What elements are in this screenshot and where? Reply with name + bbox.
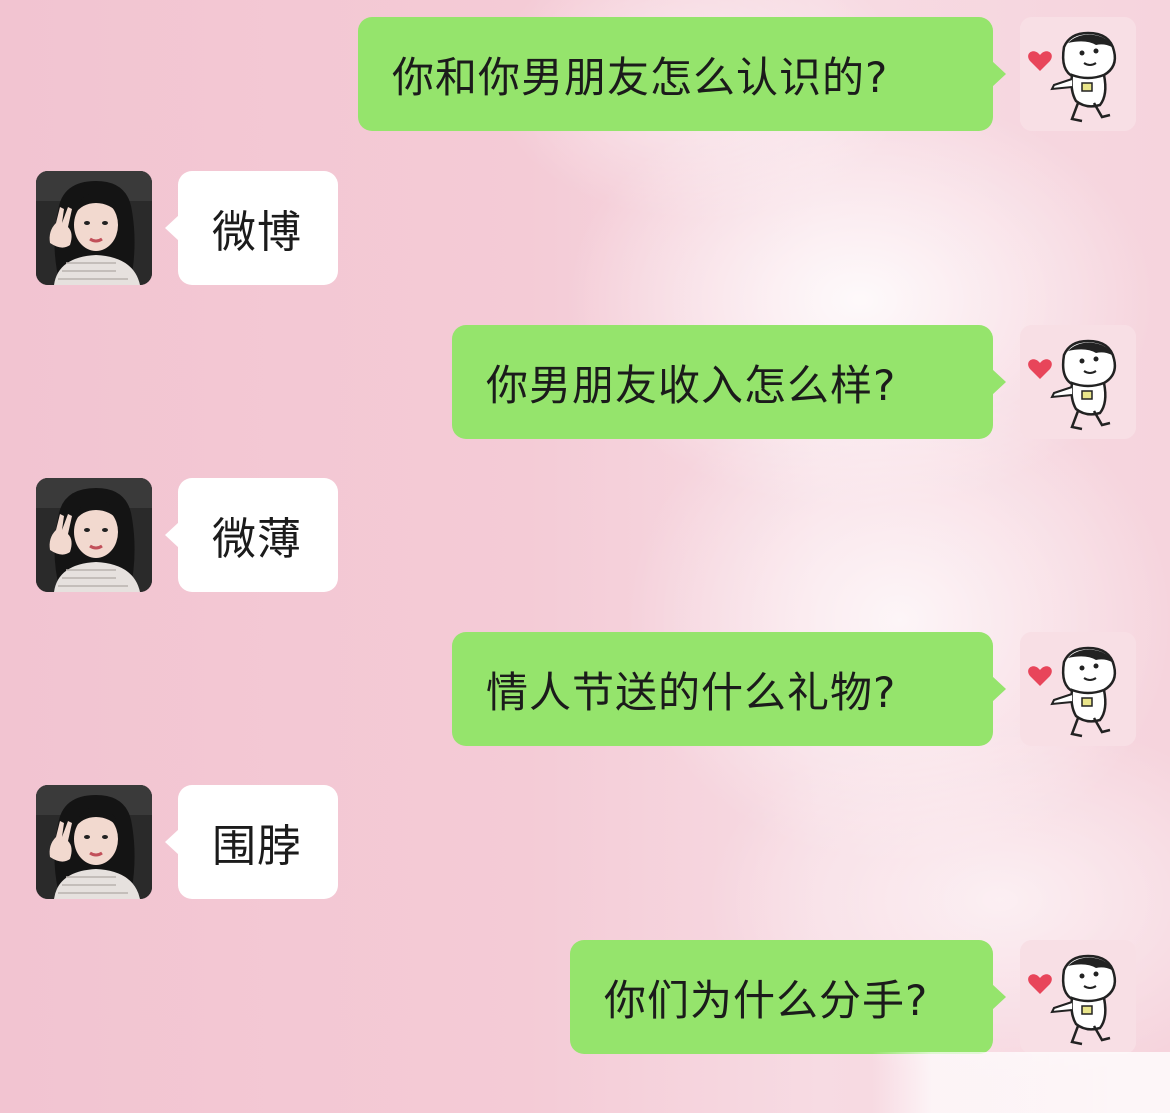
message-text: 你男朋友收入怎么样? xyxy=(486,360,897,410)
message-row: 你和你男朋友怎么认识的? xyxy=(0,17,1170,131)
message-row: 情人节送的什么礼物? xyxy=(0,632,1170,746)
outgoing-message-bubble[interactable]: 你男朋友收入怎么样? xyxy=(452,325,1006,439)
message-text: 微博 xyxy=(212,207,302,258)
outgoing-message-bubble[interactable]: 你们为什么分手? xyxy=(570,940,1006,1054)
message-text: 你和你男朋友怎么认识的? xyxy=(392,52,889,102)
message-text: 你们为什么分手? xyxy=(604,975,929,1025)
message-text: 情人节送的什么礼物? xyxy=(486,667,897,717)
message-row: 微博 xyxy=(0,171,1170,285)
chat-message-list[interactable]: 你和你男朋友怎么认识的? 微博 你男朋友收入怎么样? 微薄 情人节送的什么礼物? xyxy=(0,0,1170,1113)
girl-peace-sign-photo-avatar[interactable] xyxy=(36,478,152,592)
cartoon-boy-with-heart-icon[interactable] xyxy=(1020,17,1136,131)
cartoon-boy-with-heart-icon[interactable] xyxy=(1020,632,1136,746)
cartoon-boy-with-heart-icon[interactable] xyxy=(1020,940,1136,1054)
watermark-overlay xyxy=(872,1052,1170,1113)
message-text: 微薄 xyxy=(212,514,302,565)
message-row: 你男朋友收入怎么样? xyxy=(0,325,1170,439)
outgoing-message-bubble[interactable]: 你和你男朋友怎么认识的? xyxy=(358,17,1006,131)
incoming-message-bubble[interactable]: 微博 xyxy=(165,171,338,285)
message-row: 你们为什么分手? xyxy=(0,940,1170,1054)
girl-peace-sign-photo-avatar[interactable] xyxy=(36,785,152,899)
girl-peace-sign-photo-avatar[interactable] xyxy=(36,171,152,285)
outgoing-message-bubble[interactable]: 情人节送的什么礼物? xyxy=(452,632,1006,746)
message-text: 围脖 xyxy=(212,821,302,872)
cartoon-boy-with-heart-icon[interactable] xyxy=(1020,325,1136,439)
message-row: 围脖 xyxy=(0,785,1170,899)
incoming-message-bubble[interactable]: 围脖 xyxy=(165,785,338,899)
message-row: 微薄 xyxy=(0,478,1170,592)
incoming-message-bubble[interactable]: 微薄 xyxy=(165,478,338,592)
